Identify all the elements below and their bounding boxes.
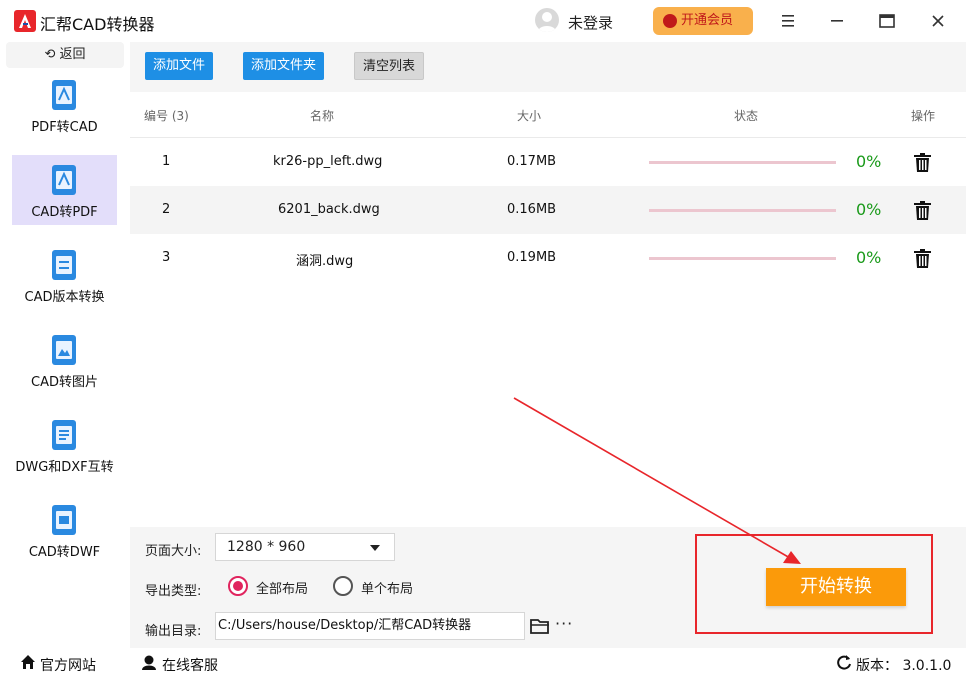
user-icon bbox=[538, 12, 556, 32]
pdf-to-cad-icon bbox=[52, 80, 76, 110]
progress-text: 0% bbox=[856, 248, 882, 267]
progress-bar bbox=[649, 161, 836, 164]
website-link[interactable]: 官方网站 bbox=[40, 655, 96, 675]
sidebar-item-pdf-to-cad[interactable]: PDF转CAD bbox=[12, 70, 117, 140]
progress-bar bbox=[649, 209, 836, 212]
row-size: 0.19MB bbox=[507, 250, 557, 265]
sidebar-item-label: PDF转CAD bbox=[31, 120, 98, 135]
start-convert-button[interactable]: 开始转换 bbox=[766, 568, 906, 606]
cad-to-pdf-icon bbox=[52, 165, 76, 195]
minimize-icon[interactable] bbox=[826, 10, 848, 32]
crown-icon bbox=[663, 14, 677, 28]
login-status[interactable]: 未登录 bbox=[568, 12, 613, 33]
settings-panel: 页面大小: 1280 * 960 导出类型: 全部布局 单个布局 输出目录: C… bbox=[130, 527, 966, 648]
title-bar: 汇帮CAD转换器 未登录 开通会员 bbox=[0, 0, 966, 42]
output-dir-label: 输出目录: bbox=[145, 624, 202, 639]
output-dir-field[interactable]: C:/Users/house/Desktop/汇帮CAD转换器 bbox=[215, 612, 525, 640]
row-index: 2 bbox=[162, 202, 171, 217]
avatar[interactable] bbox=[535, 8, 559, 32]
export-type-label: 导出类型: bbox=[145, 584, 202, 599]
back-button[interactable]: ⟲ 返回 bbox=[6, 42, 124, 68]
page-size-label: 页面大小: bbox=[145, 544, 202, 559]
cad-to-dwf-icon bbox=[52, 505, 76, 535]
column-size: 大小 bbox=[517, 109, 542, 123]
home-icon bbox=[21, 655, 35, 669]
add-file-button[interactable]: 添加文件 bbox=[145, 52, 214, 80]
sidebar-item-label: CAD转图片 bbox=[31, 375, 98, 390]
page-size-select[interactable]: 1280 * 960 bbox=[215, 533, 395, 561]
footer: 官方网站 在线客服 版本： 3.0.1.0 bbox=[0, 648, 966, 679]
progress-text: 0% bbox=[856, 152, 882, 171]
sidebar-item-cad-to-image[interactable]: CAD转图片 bbox=[12, 325, 117, 395]
row-filename: 涵洞.dwg bbox=[296, 254, 354, 269]
table-header: 编号 (3) 名称 大小 状态 操作 bbox=[130, 92, 966, 138]
sidebar-item-cad-to-dwf[interactable]: CAD转DWF bbox=[12, 495, 117, 565]
chevron-down-icon bbox=[370, 545, 380, 551]
toolbar: 添加文件 添加文件夹 清空列表 bbox=[130, 42, 966, 92]
table-row[interactable]: 1 kr26-pp_left.dwg 0.17MB 0% bbox=[130, 138, 966, 186]
row-filename: kr26-pp_left.dwg bbox=[273, 154, 383, 169]
sidebar: ⟲ 返回 PDF转CAD CAD转PDF CAD版本转换 CAD转图片 DWG和… bbox=[0, 42, 130, 648]
radio-all-layouts[interactable] bbox=[228, 576, 248, 596]
radio-single-layout[interactable] bbox=[333, 576, 353, 596]
trash-icon[interactable] bbox=[914, 201, 931, 220]
sidebar-item-cad-to-pdf[interactable]: CAD转PDF bbox=[12, 155, 117, 225]
column-index: 编号 (3) bbox=[144, 109, 189, 123]
column-status: 状态 bbox=[734, 109, 759, 123]
app-title: 汇帮CAD转换器 bbox=[40, 15, 155, 34]
more-icon[interactable]: ··· bbox=[555, 616, 575, 635]
cad-version-icon bbox=[52, 250, 76, 280]
sidebar-item-dwg-dxf[interactable]: DWG和DXF互转 bbox=[12, 410, 117, 480]
support-link[interactable]: 在线客服 bbox=[162, 655, 218, 675]
row-filename: 6201_back.dwg bbox=[278, 202, 380, 217]
table-row[interactable]: 3 涵洞.dwg 0.19MB 0% bbox=[130, 234, 966, 282]
app-logo-icon bbox=[14, 10, 36, 32]
trash-icon[interactable] bbox=[914, 153, 931, 172]
clear-list-button[interactable]: 清空列表 bbox=[354, 52, 425, 80]
vip-button[interactable]: 开通会员 bbox=[653, 7, 753, 35]
back-label: 返回 bbox=[59, 47, 86, 62]
folder-icon[interactable] bbox=[530, 617, 550, 635]
version-label: 版本： 3.0.1.0 bbox=[856, 658, 952, 674]
dwg-dxf-icon bbox=[52, 420, 76, 450]
radio-all-layouts-label[interactable]: 全部布局 bbox=[256, 578, 308, 597]
row-index: 1 bbox=[162, 154, 171, 169]
sidebar-item-label: CAD转DWF bbox=[28, 545, 101, 560]
main-panel: 添加文件 添加文件夹 清空列表 编号 (3) 名称 大小 状态 操作 1 kr2… bbox=[130, 42, 966, 648]
column-action: 操作 bbox=[911, 109, 936, 123]
close-icon[interactable] bbox=[927, 10, 949, 32]
back-arrow-icon: ⟲ bbox=[44, 47, 56, 62]
vip-label: 开通会员 bbox=[681, 13, 734, 28]
row-size: 0.17MB bbox=[507, 154, 557, 169]
file-table: 编号 (3) 名称 大小 状态 操作 1 kr26-pp_left.dwg 0.… bbox=[130, 92, 966, 527]
column-name: 名称 bbox=[310, 109, 335, 123]
sidebar-item-label: CAD转PDF bbox=[31, 205, 98, 220]
progress-bar bbox=[649, 257, 836, 260]
row-index: 3 bbox=[162, 250, 171, 265]
sidebar-item-cad-version[interactable]: CAD版本转换 bbox=[12, 240, 117, 310]
sidebar-item-label: DWG和DXF互转 bbox=[15, 460, 114, 475]
row-size: 0.16MB bbox=[507, 202, 557, 217]
radio-single-layout-label[interactable]: 单个布局 bbox=[361, 578, 413, 597]
refresh-icon[interactable] bbox=[836, 654, 852, 670]
menu-icon[interactable] bbox=[777, 10, 799, 32]
progress-text: 0% bbox=[856, 200, 882, 219]
table-row[interactable]: 2 6201_back.dwg 0.16MB 0% bbox=[130, 186, 966, 234]
support-icon bbox=[142, 655, 156, 670]
add-folder-button[interactable]: 添加文件夹 bbox=[243, 52, 325, 80]
page-size-value: 1280 * 960 bbox=[227, 539, 306, 555]
maximize-icon[interactable] bbox=[876, 10, 898, 32]
sidebar-item-label: CAD版本转换 bbox=[24, 290, 105, 305]
cad-to-image-icon bbox=[52, 335, 76, 365]
trash-icon[interactable] bbox=[914, 249, 931, 268]
